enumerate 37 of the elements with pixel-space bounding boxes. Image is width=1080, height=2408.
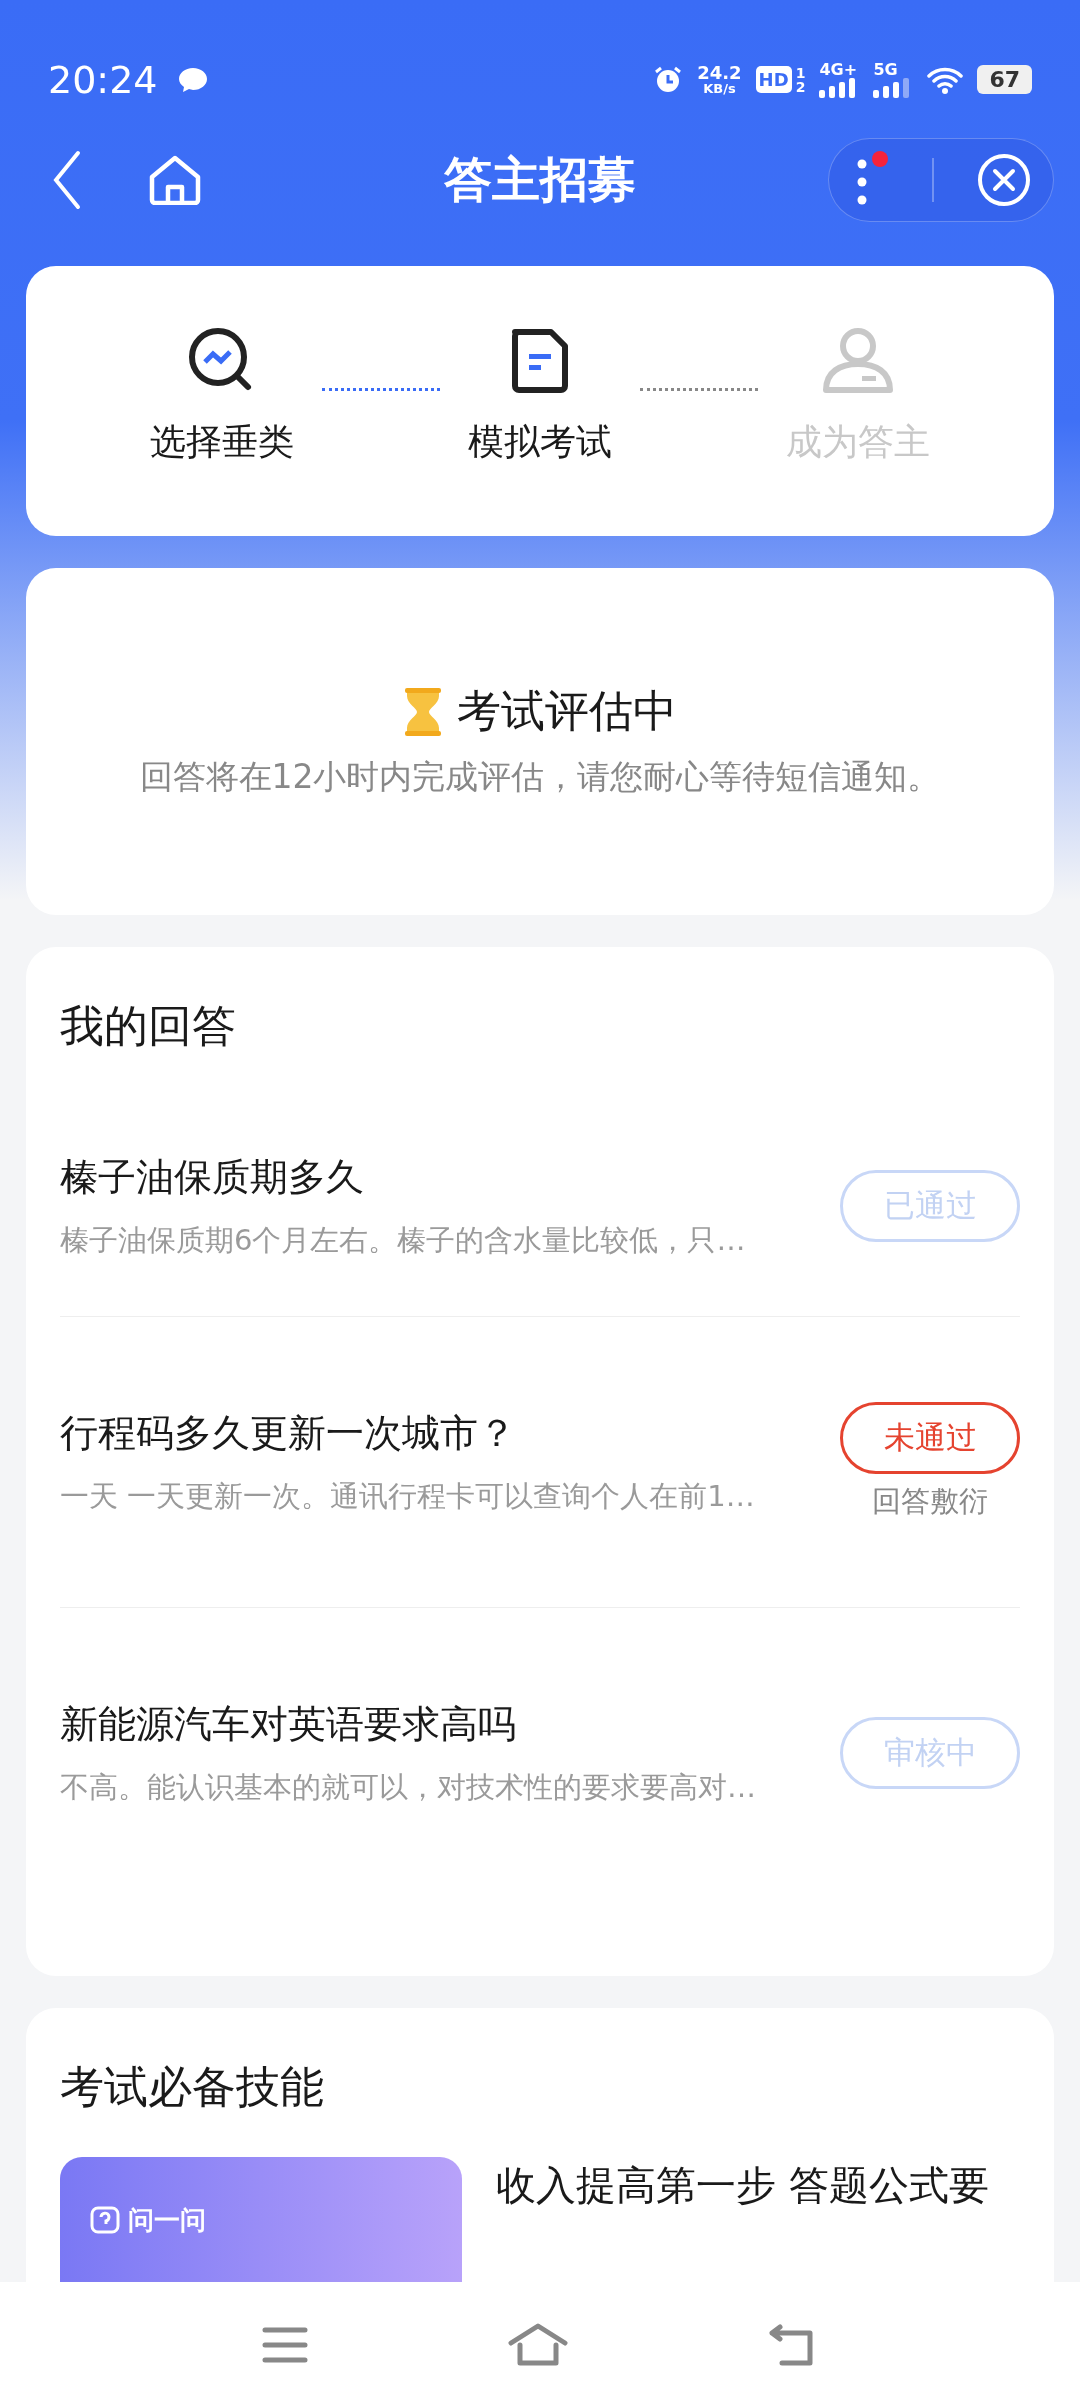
hourglass-icon	[403, 686, 443, 737]
alarm-icon	[653, 64, 684, 95]
battery-indicator: 67	[977, 65, 1032, 95]
page-title: 答主招募	[444, 149, 636, 209]
fail-reason: 回答敷衍	[872, 1483, 988, 1521]
course-title[interactable]: 收入提高第一步 答题公式要	[496, 2157, 989, 2214]
section-title: 我的回答	[60, 999, 237, 1054]
speed-value: 24.2	[697, 64, 742, 83]
answer-snippet: 一天 一天更新一次。通讯行程卡可以查询个人在前1…	[60, 1477, 756, 1515]
step-label: 选择垂类	[150, 419, 294, 464]
question-title[interactable]: 新能源汽车对英语要求高吗	[60, 1698, 830, 1750]
network-label: 4G+	[819, 61, 858, 78]
chat-bubble-icon	[177, 66, 208, 93]
sim-number: 2	[795, 79, 806, 94]
question-icon	[90, 2205, 120, 2236]
status-tag: 已通过	[840, 1170, 1020, 1243]
status-tag: 未通过	[840, 1402, 1020, 1475]
wifi-icon	[927, 65, 964, 94]
answer-snippet: 榛子油保质期6个月左右。榛子的含水量比较低，只…	[60, 1221, 747, 1259]
close-icon[interactable]	[976, 151, 1032, 208]
question-title[interactable]: 行程码多久更新一次城市？	[60, 1407, 830, 1459]
evaluation-message: 回答将在12小时内完成评估，请您耐心等待短信通知。	[139, 756, 941, 799]
evaluation-title: 考试评估中	[457, 684, 677, 739]
hd-badge: HD	[755, 66, 792, 94]
status-time: 20:24	[48, 57, 158, 102]
status-tag: 审核中	[840, 1717, 1020, 1790]
menu-icon[interactable]	[262, 2325, 308, 2365]
question-title[interactable]: 榛子油保质期多久	[60, 1151, 830, 1203]
speed-unit: KB/s	[703, 82, 736, 96]
answer-snippet: 不高。能认识基本的就可以，对技术性的要求要高对…	[60, 1768, 757, 1806]
step-label: 模拟考试	[468, 419, 612, 464]
back-icon[interactable]	[52, 149, 82, 210]
home-icon[interactable]	[508, 2323, 568, 2367]
sim-number: 1	[795, 65, 806, 80]
section-title: 考试必备技能	[60, 2060, 325, 2115]
network-label: 5G	[873, 61, 898, 78]
thumbnail-label: 问一问	[128, 2204, 206, 2238]
